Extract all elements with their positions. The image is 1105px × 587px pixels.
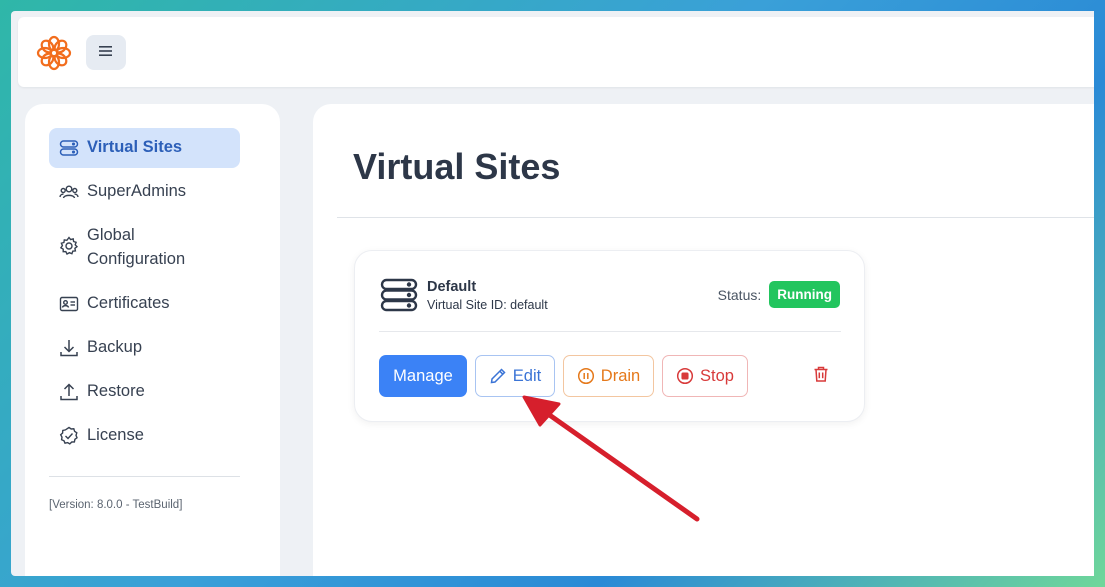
top-bar: [18, 17, 1094, 87]
sidebar-item-superadmins[interactable]: SuperAdmins: [49, 172, 240, 212]
upload-icon: [59, 382, 79, 402]
server-stack-icon: [380, 278, 418, 312]
check-badge-icon: [59, 426, 79, 446]
sidebar-item-label: Virtual Sites: [87, 138, 183, 156]
status-badge: Running: [769, 281, 840, 308]
version-label: [Version: 8.0.0 - TestBuild]: [49, 499, 183, 511]
drain-button-label: Drain: [600, 366, 641, 385]
sidebar-item-restore[interactable]: Restore: [49, 372, 240, 412]
site-id-label: Virtual Site ID:: [427, 298, 507, 312]
site-name: Default: [427, 279, 477, 295]
sidebar-item-label: Certificates: [87, 294, 170, 312]
gear-icon: [59, 236, 79, 256]
delete-button[interactable]: [808, 355, 834, 397]
sidebar-item-label: Backup: [87, 338, 143, 356]
sidebar-item-certificates[interactable]: Certificates: [49, 284, 240, 324]
manage-button-label: Manage: [393, 366, 453, 385]
card-divider: [379, 331, 841, 332]
sidebar-item-label: Global Configuration: [87, 226, 186, 268]
edit-button[interactable]: Edit: [475, 355, 555, 397]
sidebar-divider: [49, 476, 240, 477]
sidebar-item-global-configuration[interactable]: Global Configuration: [49, 216, 219, 280]
pause-circle-icon: [577, 367, 595, 385]
manage-button[interactable]: Manage: [379, 355, 467, 397]
sidebar-item-label: License: [87, 426, 144, 444]
trash-icon: [812, 365, 830, 388]
page-title: Virtual Sites: [353, 146, 561, 187]
virtual-site-card: Default Virtual Site ID: default Status:…: [354, 250, 865, 422]
hamburger-menu-icon: [98, 44, 114, 62]
edit-button-label: Edit: [512, 366, 542, 385]
sidebar: Virtual Sites SuperAdmins Global Configu…: [25, 104, 280, 576]
flower-logo-icon[interactable]: [36, 35, 72, 71]
drain-button[interactable]: Drain: [563, 355, 654, 397]
sidebar-item-label: SuperAdmins: [87, 182, 187, 200]
status-group: Status: Running: [718, 281, 840, 308]
stop-button-label: Stop: [700, 366, 734, 385]
status-label: Status:: [717, 286, 762, 303]
main-content: Virtual Sites Default Virtual Site ID: d…: [313, 104, 1094, 576]
id-card-icon: [59, 294, 79, 314]
user-group-icon: [59, 182, 79, 202]
sidebar-item-license[interactable]: License: [49, 416, 240, 456]
sidebar-item-label: Restore: [87, 382, 145, 400]
title-divider: [337, 217, 1094, 218]
stop-circle-icon: [676, 367, 694, 385]
site-id: Virtual Site ID: default: [427, 298, 548, 312]
pencil-icon: [489, 367, 507, 385]
download-icon: [59, 338, 79, 358]
app-window: Virtual Sites SuperAdmins Global Configu…: [11, 11, 1094, 576]
sidebar-item-backup[interactable]: Backup: [49, 328, 240, 368]
stop-button[interactable]: Stop: [662, 355, 748, 397]
site-id-value: default: [510, 298, 548, 312]
server-stack-icon: [59, 138, 79, 158]
menu-toggle-button[interactable]: [86, 35, 126, 70]
sidebar-item-virtual-sites[interactable]: Virtual Sites: [49, 128, 240, 168]
